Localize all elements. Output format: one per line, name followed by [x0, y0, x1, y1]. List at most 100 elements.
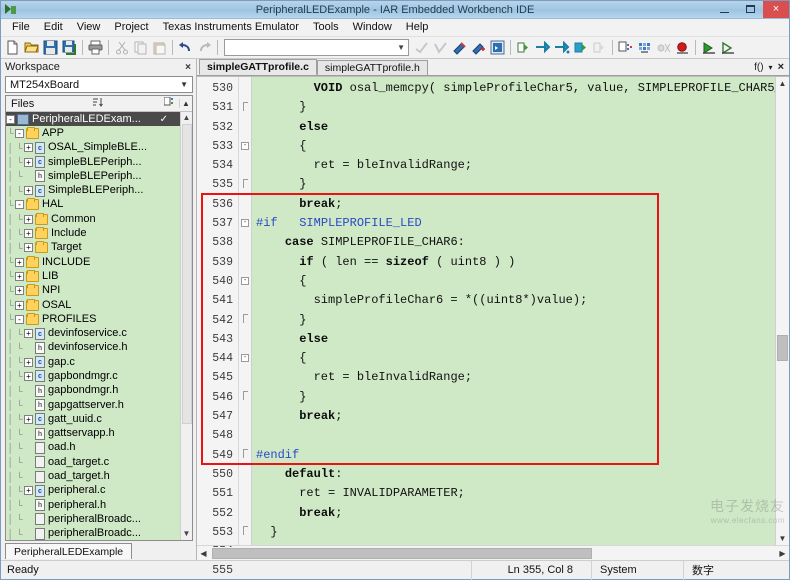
collapse-block-icon[interactable]: - — [241, 219, 249, 227]
scroll-thumb[interactable] — [212, 548, 592, 559]
debug-step-into-icon[interactable] — [552, 38, 571, 57]
tree-item[interactable]: │└hsimpleBLEPeriph... — [6, 169, 192, 183]
collapse-block-icon[interactable]: - — [241, 354, 249, 362]
find-previous-icon[interactable] — [431, 38, 450, 57]
tree-item[interactable]: │└+Include — [6, 226, 192, 240]
tree-item[interactable]: │└oad.h — [6, 441, 192, 455]
debug-run-to-cursor-icon[interactable] — [590, 38, 609, 57]
expand-icon[interactable]: + — [24, 358, 33, 367]
chevron-down-icon[interactable]: ▼ — [397, 43, 405, 52]
code-line[interactable]: case SIMPLEPROFILE_CHAR6: — [252, 233, 775, 252]
tree-item[interactable]: │└+csimpleBLEPeriph... — [6, 155, 192, 169]
collapse-icon[interactable]: - — [15, 129, 24, 138]
expand-icon[interactable]: + — [24, 486, 33, 495]
collapse-block-icon[interactable]: - — [241, 277, 249, 285]
code-line[interactable]: ret = bleInvalidRange; — [252, 156, 775, 175]
code-line[interactable]: VOID osal_memcpy( simpleProfileChar5, va… — [252, 79, 775, 98]
tree-item[interactable]: └+OSAL — [6, 298, 192, 312]
code-fold-column[interactable]: ----- — [239, 77, 252, 545]
tree-item[interactable]: │└+cdevinfoservice.c — [6, 326, 192, 340]
code-line[interactable]: break; — [252, 407, 775, 426]
tree-item[interactable]: │└+Target — [6, 241, 192, 255]
code-line[interactable]: } — [252, 98, 775, 117]
debug-step-out-icon[interactable] — [571, 38, 590, 57]
debug-step-over-icon[interactable] — [533, 38, 552, 57]
bookmark-next-icon[interactable] — [469, 38, 488, 57]
fold-marker[interactable]: - — [239, 349, 251, 368]
code-line[interactable]: } — [252, 311, 775, 330]
tab-simplegattprofile-h[interactable]: simpleGATTprofile.h — [317, 60, 428, 75]
tree-item[interactable]: └+LIB — [6, 269, 192, 283]
search-combo-input[interactable]: ▼ — [224, 39, 409, 56]
menu-project[interactable]: Project — [107, 19, 155, 36]
maximize-button[interactable] — [737, 1, 763, 18]
project-file-tree[interactable]: -PeripheralLEDExam...✓└-APP│└+cOSAL_Simp… — [6, 112, 192, 540]
memory-view-icon[interactable] — [635, 38, 654, 57]
tree-item[interactable]: │└+cperipheral.c — [6, 484, 192, 498]
minimize-button[interactable] — [711, 1, 737, 18]
scroll-down-arrow[interactable]: ▼ — [779, 532, 787, 545]
tree-item[interactable]: │└peripheralBroadc... — [6, 512, 192, 526]
fold-marker[interactable] — [239, 311, 251, 330]
register-view-icon[interactable] — [616, 38, 635, 57]
code-line[interactable]: else — [252, 118, 775, 137]
scroll-up-icon[interactable]: ▲ — [179, 99, 192, 108]
disable-breakpoints-icon[interactable] — [654, 38, 673, 57]
workspace-config-select[interactable]: MT254xBoard ▼ — [5, 76, 193, 93]
code-line[interactable]: { — [252, 137, 775, 156]
scroll-up-arrow[interactable]: ▲ — [183, 112, 191, 124]
code-line[interactable]: } — [252, 175, 775, 194]
scroll-up-arrow[interactable]: ▲ — [779, 77, 787, 90]
collapse-icon[interactable]: - — [6, 115, 15, 124]
tree-item[interactable]: │└hdevinfoservice.h — [6, 341, 192, 355]
code-line[interactable]: { — [252, 272, 775, 291]
workspace-close-icon[interactable]: × — [185, 62, 191, 73]
build-config-icon[interactable] — [162, 97, 179, 110]
workspace-tab-peripheralledexample[interactable]: PeripheralLEDExample — [5, 543, 132, 559]
editor-vertical-scrollbar[interactable]: ▲ ▼ — [775, 77, 789, 545]
undo-icon[interactable] — [176, 38, 195, 57]
tree-item[interactable]: └+NPI — [6, 284, 192, 298]
code-line[interactable]: break; — [252, 195, 775, 214]
tree-item[interactable]: │└+cgatt_uuid.c — [6, 412, 192, 426]
fold-marker[interactable] — [239, 388, 251, 407]
workspace-vertical-scrollbar[interactable]: ▲ ▼ — [180, 112, 192, 540]
editor-close-icon[interactable]: × — [778, 61, 784, 73]
save-all-icon[interactable] — [60, 38, 79, 57]
fold-marker[interactable]: - — [239, 137, 251, 156]
fold-marker[interactable] — [239, 175, 251, 194]
tree-item[interactable]: └+INCLUDE — [6, 255, 192, 269]
paste-icon[interactable] — [150, 38, 169, 57]
find-next-icon[interactable] — [412, 38, 431, 57]
fold-marker[interactable] — [239, 98, 251, 117]
tree-item[interactable]: │└+cgapbondmgr.c — [6, 369, 192, 383]
editor-horizontal-scrollbar[interactable]: ◀ ▶ — [197, 545, 789, 560]
menu-edit[interactable]: Edit — [37, 19, 70, 36]
code-line[interactable]: default: — [252, 465, 775, 484]
menu-window[interactable]: Window — [346, 19, 399, 36]
fold-marker[interactable] — [239, 446, 251, 465]
fold-marker[interactable]: - — [239, 214, 251, 233]
code-line[interactable]: else — [252, 330, 775, 349]
code-line[interactable]: simpleProfileChar6 = *((uint8*)value); — [252, 291, 775, 310]
chevron-down-icon[interactable]: ▼ — [180, 80, 188, 89]
code-line[interactable]: #endif — [252, 446, 775, 465]
compile-icon[interactable] — [488, 38, 507, 57]
scroll-thumb[interactable] — [777, 335, 788, 361]
collapse-block-icon[interactable]: - — [241, 142, 249, 150]
new-document-icon[interactable] — [3, 38, 22, 57]
tree-item[interactable]: │└+cSimpleBLEPeriph... — [6, 183, 192, 197]
function-dropdown-label[interactable]: f() — [754, 62, 763, 73]
fold-marker[interactable]: - — [239, 272, 251, 291]
bookmark-toggle-icon[interactable] — [450, 38, 469, 57]
download-debug-icon[interactable] — [699, 38, 718, 57]
expand-icon[interactable]: + — [24, 243, 33, 252]
code-line[interactable]: } — [252, 388, 775, 407]
scroll-track[interactable] — [210, 547, 776, 560]
tree-item[interactable]: │└hgapbondmgr.h — [6, 384, 192, 398]
expand-icon[interactable]: + — [24, 372, 33, 381]
open-folder-icon[interactable] — [22, 38, 41, 57]
code-line[interactable]: #if SIMPLEPROFILE_LED — [252, 214, 775, 233]
tree-item[interactable]: │└peripheralBroadc... — [6, 527, 192, 540]
expand-icon[interactable]: + — [24, 158, 33, 167]
